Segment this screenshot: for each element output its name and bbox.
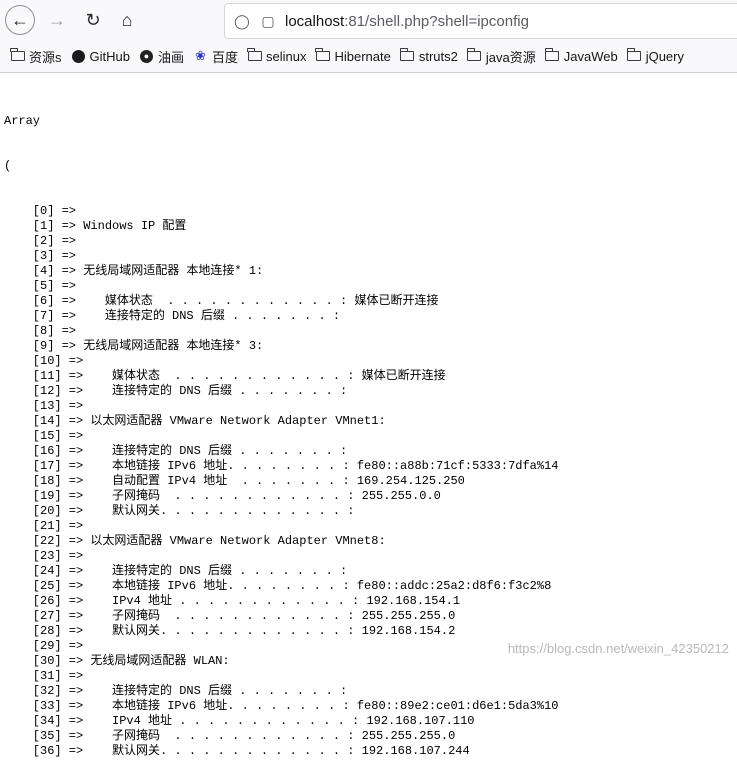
url-host: localhost — [285, 12, 345, 30]
bookmark-oil-painting[interactable]: ● 油画 — [139, 47, 184, 66]
output-line: [32] => 连接特定的 DNS 后缀 . . . . . . . : — [4, 684, 355, 698]
output-line: [28] => 默认网关. . . . . . . . . . . . . : … — [4, 624, 456, 638]
url-text[interactable]: localhost:81/shell.php?shell=ipconfig — [285, 13, 529, 30]
output-line: [1] => Windows IP 配置 — [4, 219, 187, 233]
bookmark-java-resources[interactable]: java资源 — [466, 47, 536, 66]
folder-icon — [544, 48, 560, 62]
home-icon: ⌂ — [121, 9, 133, 30]
output-line: [17] => 本地链接 IPv6 地址. . . . . . . . : fe… — [4, 459, 559, 473]
bookmark-label: JavaWeb — [563, 48, 618, 64]
output-line: [36] => 默认网关. . . . . . . . . . . . . : … — [4, 744, 470, 758]
output-line: [33] => 本地链接 IPv6 地址. . . . . . . . : fe… — [4, 699, 559, 713]
bookmark-label: 资源s — [29, 49, 62, 65]
output-line: [19] => 子网掩码 . . . . . . . . . . . . : 2… — [4, 489, 441, 503]
bookmark-label: struts2 — [418, 48, 458, 64]
output-line: [20] => 默认网关. . . . . . . . . . . . . : — [4, 504, 362, 518]
output-line: [31] => — [4, 669, 91, 683]
folder-icon — [315, 48, 330, 62]
output-line: [35] => 子网掩码 . . . . . . . . . . . . : 2… — [4, 729, 456, 743]
bookmark-label: Hibernate — [334, 48, 391, 64]
bookmark-label: jQuery — [645, 48, 684, 64]
home-button[interactable]: ⌂ — [113, 6, 141, 34]
bookmark-selinux[interactable]: selinux — [247, 48, 307, 64]
output-line: [14] => 以太网适配器 VMware Network Adapter VM… — [4, 414, 386, 428]
url-rest: :81/shell.php?shell=ipconfig — [344, 12, 529, 30]
output-line: [4] => 无线局域网适配器 本地连接* 1: — [4, 264, 264, 278]
bookmark-javaweb[interactable]: JavaWeb — [544, 48, 618, 64]
output-line: [13] => — [4, 399, 91, 413]
open-paren: ( — [4, 159, 12, 173]
folder-icon — [10, 48, 25, 62]
output-line: [15] => — [4, 429, 91, 443]
array-header: Array — [4, 114, 41, 128]
output-line: [11] => 媒体状态 . . . . . . . . . . . . : 媒… — [4, 369, 446, 383]
output-line: [16] => 连接特定的 DNS 后缀 . . . . . . . : — [4, 444, 355, 458]
output-line: [23] => — [4, 549, 91, 563]
bookmark-label: 百度 — [212, 49, 239, 65]
output-line: [8] => — [4, 324, 84, 338]
page-info-icon[interactable]: ▢ — [259, 13, 277, 30]
output-line: [9] => 无线局域网适配器 本地连接* 3: — [4, 339, 264, 353]
output-line: [27] => 子网掩码 . . . . . . . . . . . . : 2… — [4, 609, 456, 623]
github-icon — [71, 49, 86, 63]
bookmark-baidu[interactable]: ❀ 百度 — [193, 47, 238, 66]
output-line: [26] => IPv4 地址 . . . . . . . . . . . . … — [4, 594, 461, 608]
output-line: [10] => — [4, 354, 91, 368]
bookmark-label: selinux — [266, 48, 307, 64]
address-bar[interactable]: ◯ ▢ localhost:81/shell.php?shell=ipconfi… — [224, 3, 737, 39]
output-line: [25] => 本地链接 IPv6 地址. . . . . . . . : fe… — [4, 579, 552, 593]
output-line: [24] => 连接特定的 DNS 后缀 . . . . . . . : — [4, 564, 355, 578]
reload-button[interactable]: ↻ — [79, 6, 107, 34]
output-line: [3] => — [4, 249, 84, 263]
output-line: [5] => — [4, 279, 84, 293]
bookmark-label: 油画 — [157, 49, 184, 65]
bookmark-jquery[interactable]: jQuery — [626, 48, 684, 64]
arrow-right-icon: → — [48, 9, 66, 30]
folder-icon — [247, 48, 262, 62]
output-line: [0] => — [4, 204, 84, 218]
arrow-left-icon: ← — [11, 9, 29, 30]
output-line: [21] => — [4, 519, 91, 533]
forward-button[interactable]: → — [43, 6, 71, 34]
bookmark-github[interactable]: GitHub — [71, 49, 130, 64]
folder-icon — [626, 48, 642, 62]
output-line: [34] => IPv4 地址 . . . . . . . . . . . . … — [4, 714, 475, 728]
output-line: [7] => 连接特定的 DNS 后缀 . . . . . . . : — [4, 309, 348, 323]
output-line: [12] => 连接特定的 DNS 后缀 . . . . . . . : — [4, 384, 355, 398]
output-line: [18] => 自动配置 IPv4 地址 . . . . . . . : 169… — [4, 474, 465, 488]
page-content: Array ( [0] => [1] => Windows IP 配置 [2] … — [4, 84, 737, 774]
output-line: [22] => 以太网适配器 VMware Network Adapter VM… — [4, 534, 386, 548]
output-line: [30] => 无线局域网适配器 WLAN: — [4, 654, 230, 668]
output-line: [2] => — [4, 234, 84, 248]
bookmarks-toolbar: 资源s GitHub ● 油画 ❀ 百度 selinux Hibernate s… — [0, 40, 737, 73]
bookmark-label: java资源 — [485, 49, 536, 65]
baidu-paw-icon: ❀ — [195, 48, 206, 63]
back-button[interactable]: ← — [5, 5, 35, 35]
bookmark-hibernate[interactable]: Hibernate — [315, 48, 391, 64]
bookmark-resources[interactable]: 资源s — [10, 47, 62, 66]
output-line: [6] => 媒体状态 . . . . . . . . . . . . : 媒体… — [4, 294, 439, 308]
folder-icon — [399, 48, 415, 62]
reload-icon: ↻ — [85, 9, 101, 30]
oil-painting-icon: ● — [139, 49, 154, 63]
browser-toolbar: ← → ↻ ⌂ ◯ ▢ localhost:81/shell.php?shell… — [0, 0, 737, 40]
folder-icon — [466, 48, 482, 62]
bookmark-label: GitHub — [89, 48, 130, 64]
watermark: https://blog.csdn.net/weixin_42350212 — [507, 641, 729, 656]
bookmark-struts2[interactable]: struts2 — [399, 48, 458, 64]
output-lines: [0] => [1] => Windows IP 配置 [2] => [3] =… — [4, 204, 737, 759]
shield-icon[interactable]: ◯ — [233, 13, 251, 30]
